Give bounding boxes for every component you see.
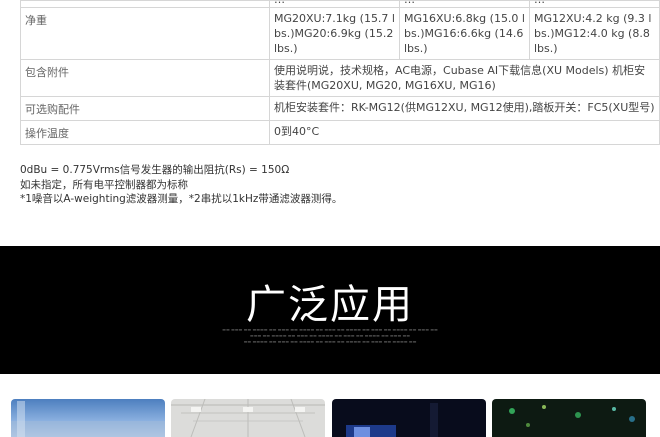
- banner-title: 广泛应用: [246, 282, 414, 328]
- spec-label: 可选购配件: [20, 96, 270, 121]
- spec-label: 包含附件: [20, 59, 270, 97]
- spec-table: … … … 净重 MG20XU:7.1kg (15.7 lbs.)MG20:6.…: [20, 0, 660, 145]
- spec-label: 净重: [20, 7, 270, 60]
- conference-room-graphic: [171, 399, 325, 437]
- spec-cell-cut-mg12: …: [529, 0, 660, 8]
- application-image-outdoor-stage[interactable]: [11, 399, 165, 437]
- spec-notes: 0dBu = 0.775Vrms信号发生器的输出阻抗(Rs) = 150Ω 如未…: [20, 163, 650, 207]
- spec-cell-mg20: MG20XU:7.1kg (15.7 lbs.)MG20:6.9kg (15.2…: [269, 7, 400, 60]
- spec-label: 操作温度: [20, 120, 270, 145]
- spec-row-accessories: 包含附件 使用说明说，技术规格，AC电源，Cubase AI下载信息(XU Mo…: [20, 59, 660, 97]
- application-image-live-club[interactable]: [492, 399, 646, 437]
- spec-cell-cut-mg20: …: [269, 0, 400, 8]
- spec-value: 0到40°C: [269, 120, 660, 145]
- spec-label-cut: [20, 0, 270, 8]
- spec-cell-mg12: MG12XU:4.2 kg (9.3 lbs.)MG12:4.0 kg (8.8…: [529, 7, 660, 60]
- spec-row-cut: … … …: [20, 0, 660, 8]
- spec-row-optional: 可选购配件 机柜安装套件：RK-MG12(供MG12XU, MG12使用),踏板…: [20, 96, 660, 121]
- spec-cell-mg16: MG16XU:6.8kg (15.0 lbs.)MG16:6.6kg (14.6…: [399, 7, 530, 60]
- application-gallery: [0, 396, 660, 437]
- spec-row-weight: 净重 MG20XU:7.1kg (15.7 lbs.)MG20:6.9kg (1…: [20, 7, 660, 60]
- spec-value: 使用说明说，技术规格，AC电源，Cubase AI下载信息(XU Models)…: [269, 59, 660, 97]
- spec-value: 机柜安装套件：RK-MG12(供MG12XU, MG12使用),踏板开关：FC5…: [269, 96, 660, 121]
- banner-decorative-text: ▬▬ ▬▬▬ ▬▬ ▬▬▬▬ ▬▬ ▬▬▬ ▬▬ ▬▬▬▬ ▬▬ ▬▬▬ ▬▬ …: [222, 327, 438, 344]
- outdoor-stage-graphic: [11, 401, 165, 437]
- note-line: 0dBu = 0.775Vrms信号发生器的输出阻抗(Rs) = 150Ω: [20, 164, 290, 176]
- presentation-hall-graphic: [346, 403, 438, 437]
- note-line: *1噪音以A-weighting滤波器测量，*2串扰以1kHz带通滤波器测得。: [20, 193, 343, 205]
- live-club-graphic: [509, 405, 635, 427]
- note-line: 如未指定，所有电平控制器都为标称: [20, 178, 188, 191]
- application-image-conference-room[interactable]: [171, 399, 325, 437]
- spec-row-temperature: 操作温度 0到40°C: [20, 120, 660, 145]
- spec-cell-cut-mg16: …: [399, 0, 530, 8]
- application-image-presentation-hall[interactable]: [332, 399, 486, 437]
